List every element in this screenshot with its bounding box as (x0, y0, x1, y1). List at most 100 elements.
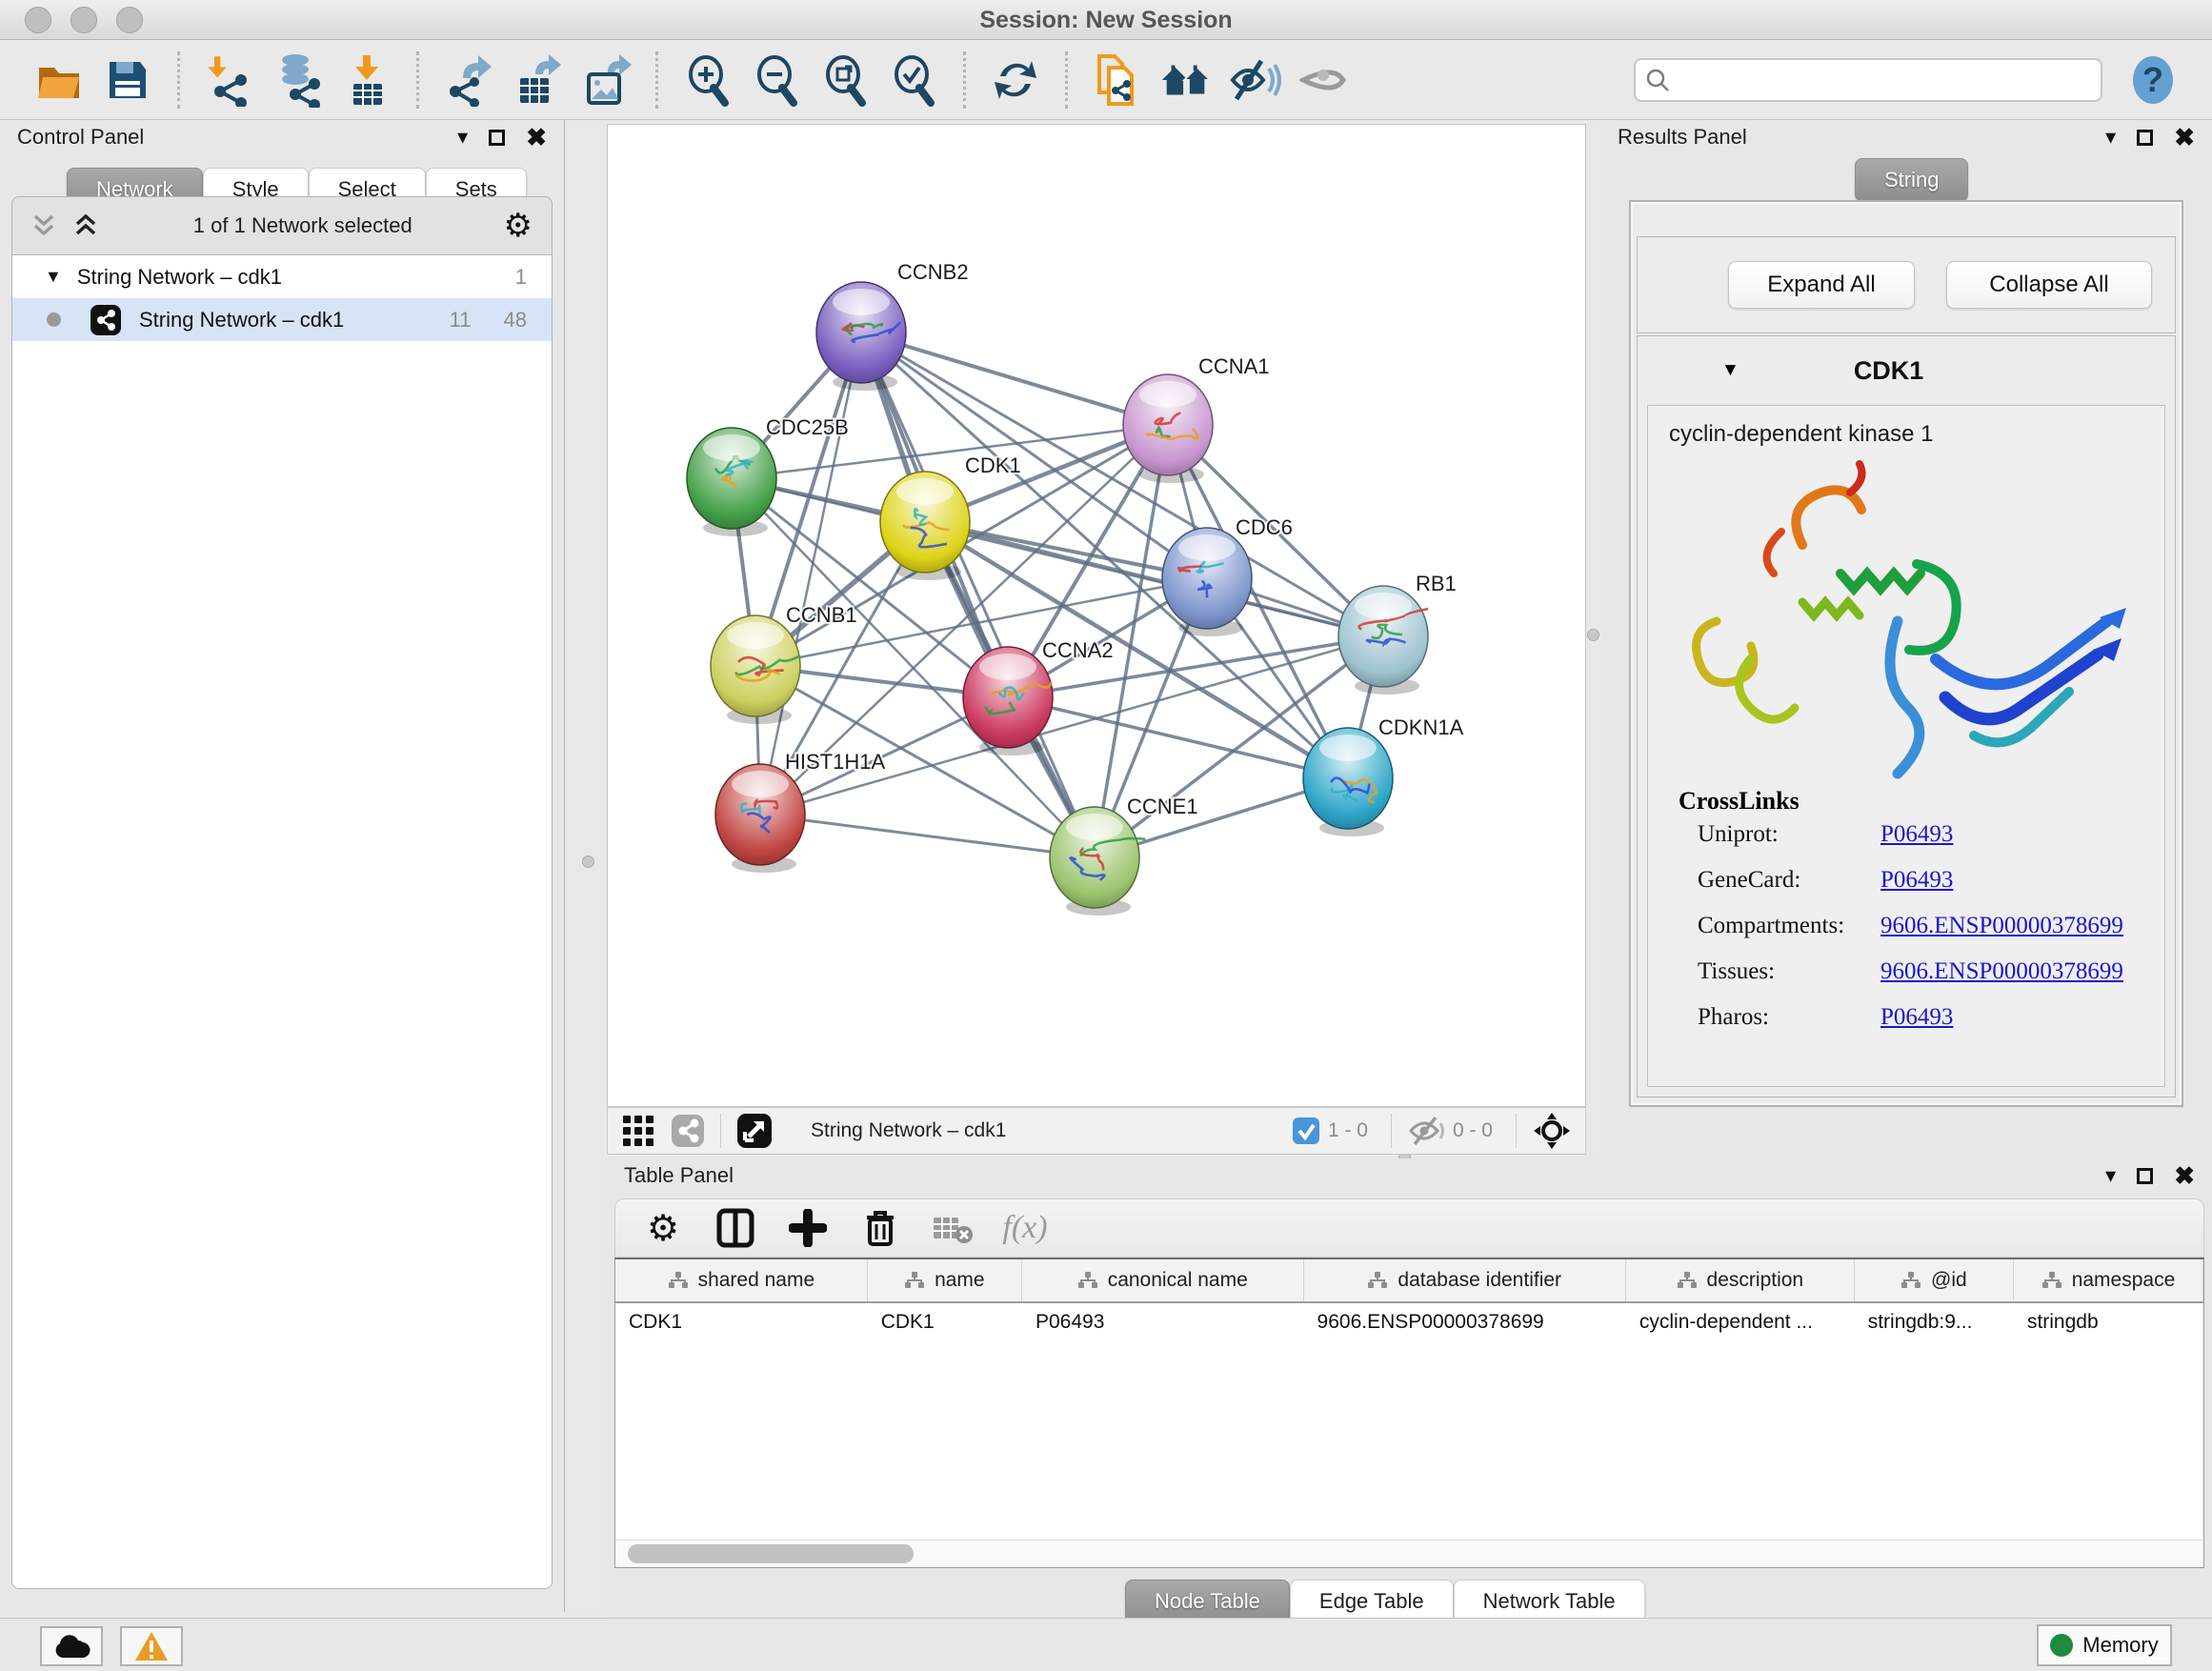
column-header-shared-name[interactable]: shared name (615, 1259, 868, 1301)
collapse-all-button[interactable]: Collapse All (1946, 261, 2152, 309)
help-button[interactable]: ? (2125, 52, 2181, 108)
table-cell[interactable]: CDK1 (868, 1303, 1022, 1345)
first-neighbors-button[interactable] (1158, 52, 1214, 108)
expand-all-button[interactable]: Expand All (1728, 261, 1915, 309)
table-cell[interactable]: cyclin-dependent ... (1626, 1303, 1855, 1345)
network-graph[interactable]: CCNB2 CCNA1 CDC25B CDK1 CDC6 RB1 CCNB1 CCNA2 CDK… (608, 125, 1585, 1106)
network-view-icon[interactable] (671, 1114, 705, 1148)
zoom-fit-button[interactable] (817, 52, 873, 108)
table-cell[interactable]: P06493 (1022, 1303, 1304, 1345)
node-CCNB2[interactable]: CCNB2 (816, 260, 969, 391)
column-header-namespace[interactable]: namespace (2014, 1259, 2203, 1301)
delete-table-button[interactable] (928, 1206, 977, 1250)
export-image-button[interactable] (578, 52, 633, 108)
trash-icon (863, 1208, 897, 1248)
create-column-button[interactable] (783, 1206, 833, 1250)
node-CDK1[interactable]: CDK1 (880, 453, 1021, 580)
scrollbar-thumb[interactable] (628, 1544, 914, 1563)
search-input[interactable] (1670, 69, 2070, 91)
panel-menu-icon[interactable]: ▾ (2105, 1163, 2116, 1188)
results-tab-string[interactable]: String (1855, 158, 1968, 202)
edge-CCNB2-CCNA1[interactable] (861, 332, 1168, 425)
warnings-button[interactable] (120, 1626, 183, 1666)
import-table-icon (340, 53, 393, 107)
show-all-button[interactable] (1296, 52, 1351, 108)
crosslink-link[interactable]: P06493 (1880, 867, 1953, 894)
network-icon (90, 304, 122, 336)
float-panel-icon[interactable] (489, 130, 505, 146)
table-cell[interactable]: CDK1 (615, 1303, 868, 1345)
node-HIST1H1A[interactable]: HIST1H1A (715, 750, 885, 873)
edge-CCNB2-HIST1H1A[interactable] (760, 332, 861, 815)
right-splitter-grip[interactable] (1587, 629, 1599, 641)
table-cell[interactable]: 9606.ENSP00000378699 (1304, 1303, 1626, 1345)
crosslink-link[interactable]: P06493 (1880, 821, 1953, 848)
crosslink-link[interactable]: P06493 (1880, 1004, 1953, 1031)
detach-view-icon[interactable] (736, 1113, 773, 1149)
show-columns-button[interactable] (711, 1206, 760, 1250)
table-options-button[interactable]: ⚙ (638, 1206, 688, 1250)
gene-header[interactable]: ▼ CDK1 (1638, 336, 2175, 405)
memory-button[interactable]: Memory (2037, 1624, 2172, 1666)
save-session-button[interactable] (100, 52, 155, 108)
table-cell[interactable]: stringdb:9... (1855, 1303, 2014, 1345)
fit-content-crosshair-icon[interactable] (1532, 1111, 1572, 1151)
zoom-selected-button[interactable] (886, 52, 941, 108)
network-view-title: String Network – cdk1 (811, 1119, 1006, 1142)
float-panel-icon[interactable] (2137, 1168, 2153, 1184)
network-row[interactable]: String Network – cdk1 11 48 (12, 298, 552, 341)
network-options-gear-icon[interactable]: ⚙ (504, 207, 533, 245)
column-header-canonical-name[interactable]: canonical name (1022, 1259, 1304, 1301)
node-CDC6[interactable]: CDC6 (1162, 515, 1293, 636)
function-builder-button[interactable]: f(x) (1000, 1206, 1050, 1250)
tree-expander-icon[interactable]: ▼ (45, 267, 62, 287)
close-panel-icon[interactable]: ✖ (2174, 1161, 2195, 1191)
network-edge-count: 48 (504, 308, 527, 332)
selected-checkbox-icon[interactable] (1292, 1117, 1320, 1145)
close-panel-icon[interactable]: ✖ (526, 123, 547, 152)
node-CCNA1[interactable]: CCNA1 (1123, 354, 1270, 483)
left-splitter-grip[interactable] (582, 856, 594, 868)
columns-icon (716, 1208, 754, 1248)
table-cell[interactable]: stringdb (2014, 1303, 2203, 1345)
crosslink-link[interactable]: 9606.ENSP00000378699 (1880, 958, 2123, 985)
network-canvas[interactable]: CCNB2 CCNA1 CDC25B CDK1 CDC6 RB1 CCNB1 CCNA2 CDK… (607, 124, 1586, 1107)
refresh-button[interactable] (988, 52, 1043, 108)
crosslink-link[interactable]: 9606.ENSP00000378699 (1880, 913, 2123, 939)
edge-CCNA2-CDKN1A[interactable] (1008, 697, 1348, 778)
zoom-out-button[interactable] (749, 52, 804, 108)
column-header-name[interactable]: name (868, 1259, 1022, 1301)
column-header--id[interactable]: @id (1855, 1259, 2014, 1301)
delete-column-button[interactable] (855, 1206, 905, 1250)
import-network-file-button[interactable] (202, 52, 257, 108)
node-CCNA2[interactable]: CCNA2 (963, 638, 1114, 755)
zoom-in-button[interactable] (680, 52, 735, 108)
node-RB1[interactable]: RB1 (1338, 572, 1457, 695)
node-CDKN1A[interactable]: CDKN1A (1303, 715, 1464, 836)
import-network-database-button[interactable] (271, 52, 326, 108)
collapse-all-icon[interactable] (31, 213, 60, 238)
float-panel-icon[interactable] (2137, 130, 2153, 146)
panel-menu-icon[interactable]: ▾ (457, 125, 468, 150)
close-panel-icon[interactable]: ✖ (2174, 123, 2195, 152)
network-collection-row[interactable]: ▼ String Network – cdk1 1 (12, 255, 552, 298)
open-session-button[interactable] (31, 52, 87, 108)
main-toolbar: ? (0, 41, 2212, 120)
import-table-file-button[interactable] (339, 52, 394, 108)
column-header-database-identifier[interactable]: database identifier (1304, 1259, 1626, 1301)
edge-CCNB2-CCNE1[interactable] (861, 332, 1095, 857)
node-CDC25B[interactable]: CDC25B (687, 415, 849, 536)
column-header-description[interactable]: description (1626, 1259, 1855, 1301)
node-CCNB1[interactable]: CCNB1 (711, 603, 857, 724)
panel-menu-icon[interactable]: ▾ (2105, 125, 2116, 150)
collapse-gene-icon[interactable]: ▼ (1721, 360, 1739, 381)
hide-selected-button[interactable] (1227, 52, 1282, 108)
edge-HIST1H1A-CCNE1[interactable] (760, 815, 1095, 857)
duplicate-network-button[interactable] (1090, 52, 1145, 108)
export-network-button[interactable] (441, 52, 496, 108)
horizontal-scrollbar[interactable] (616, 1540, 2202, 1566)
cloud-button[interactable] (40, 1626, 103, 1666)
export-table-button[interactable] (510, 52, 565, 108)
grid-view-icon[interactable] (621, 1114, 655, 1148)
expand-all-icon[interactable] (73, 213, 102, 238)
